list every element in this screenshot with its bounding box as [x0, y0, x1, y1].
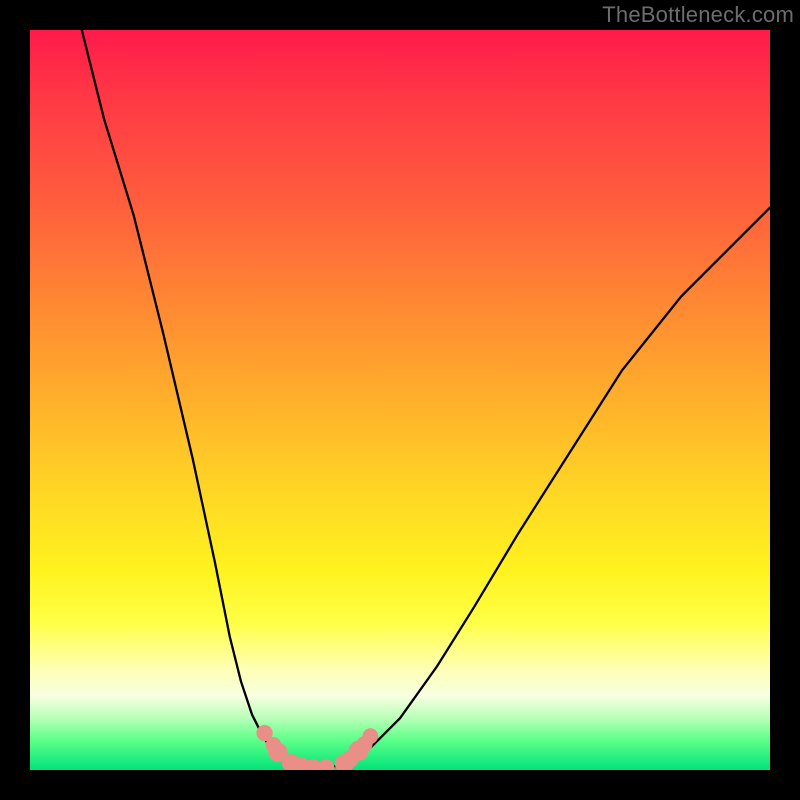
curve-marker [317, 759, 334, 770]
curve-marker [363, 728, 379, 744]
curve-layer [30, 30, 770, 770]
marker-layer [256, 725, 378, 770]
chart-stage: TheBottleneck.com [0, 0, 800, 800]
curve-right-branch [352, 208, 770, 762]
watermark-text: TheBottleneck.com [602, 2, 794, 28]
plot-area [30, 30, 770, 770]
curve-left-branch [82, 30, 285, 761]
